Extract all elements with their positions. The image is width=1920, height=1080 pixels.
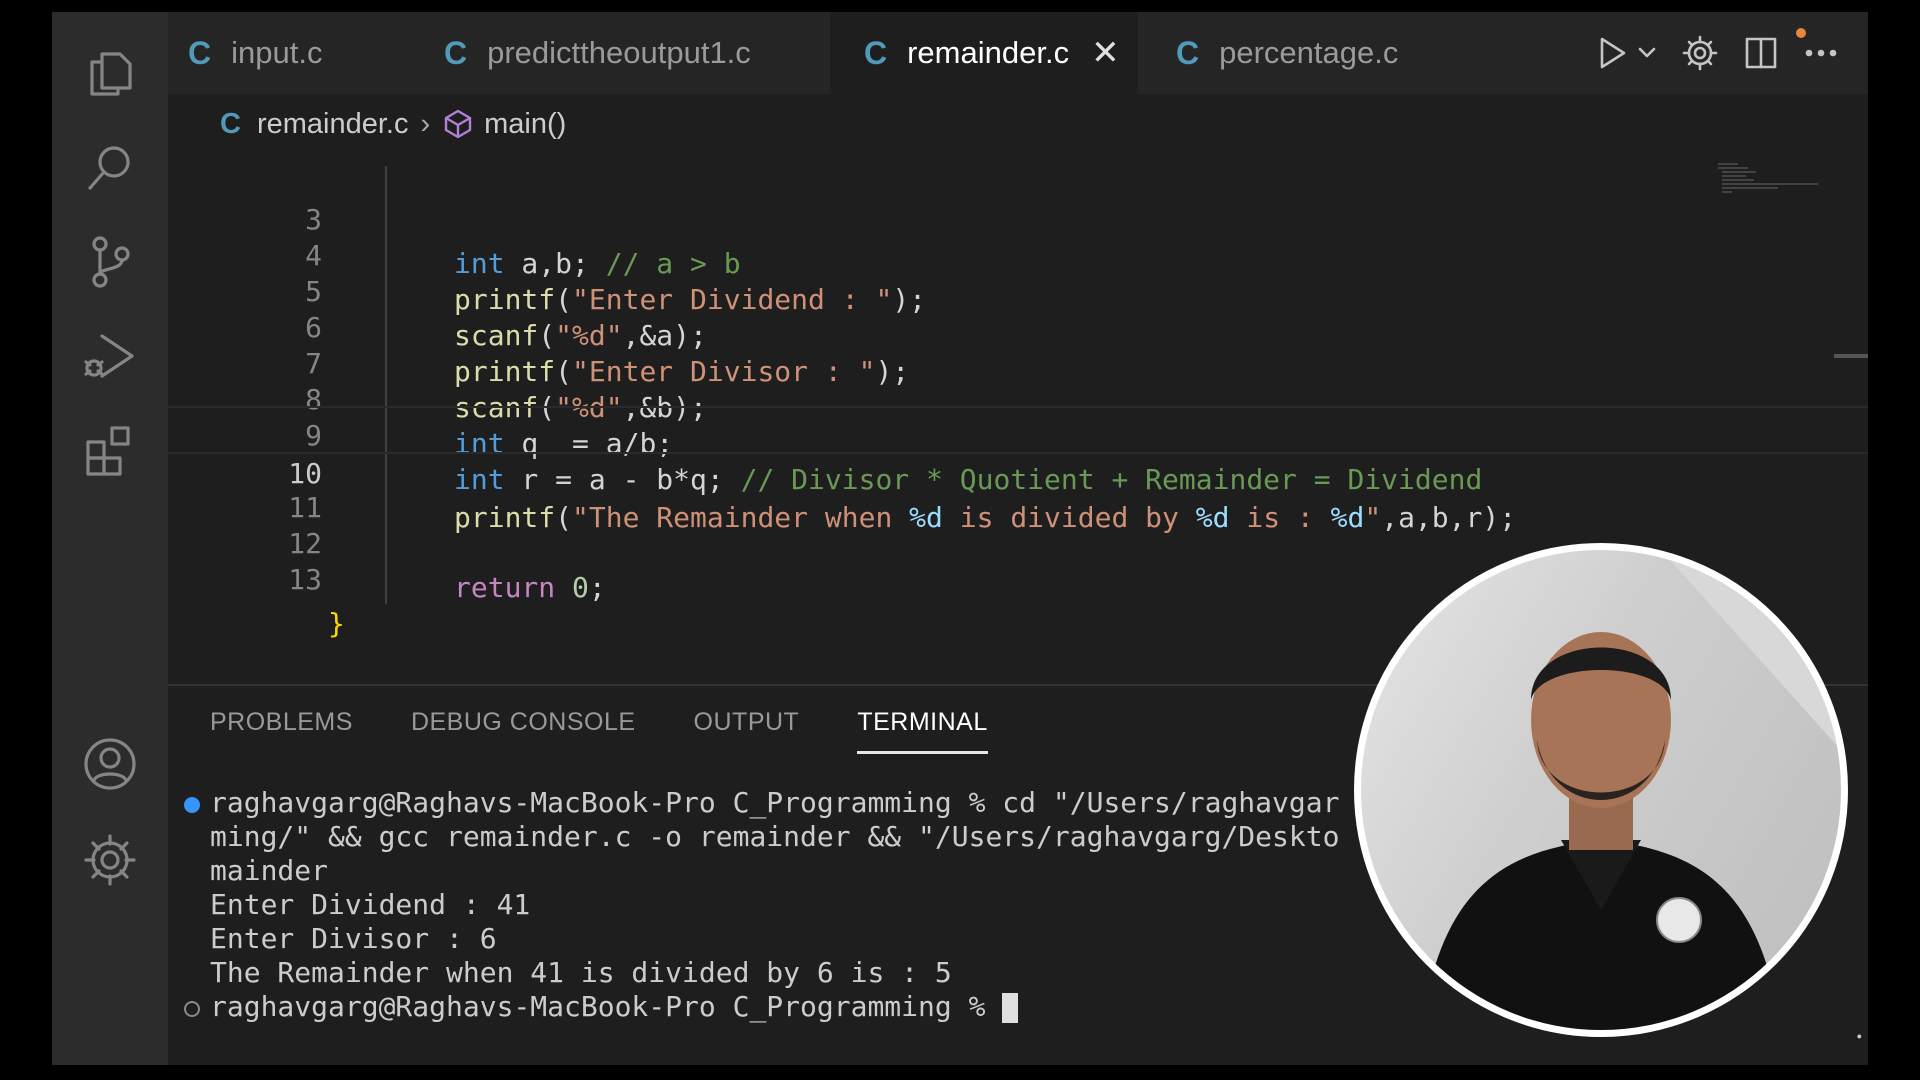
code-token: return [454, 571, 556, 604]
terminal-line: mainder [210, 854, 329, 887]
extensions-icon[interactable] [78, 418, 142, 482]
terminal-prompt: raghavgarg@Raghavs-MacBook-Pro C_Program… [210, 990, 1003, 1023]
tab-terminal[interactable]: TERMINAL [857, 708, 988, 754]
more-icon[interactable] [1804, 48, 1838, 58]
tab-output[interactable]: OUTPUT [694, 708, 800, 754]
tab-problems[interactable]: PROBLEMS [210, 708, 353, 754]
breadcrumb-symbol[interactable]: main() [484, 108, 566, 141]
account-icon[interactable] [78, 732, 142, 796]
editor-actions [1598, 12, 1868, 94]
activity-bar [52, 12, 168, 1065]
search-icon[interactable] [78, 136, 142, 200]
run-debug-icon[interactable] [78, 324, 142, 388]
editor-tab-bar: C input.c C predicttheoutput1.c C remain… [168, 12, 1868, 94]
c-file-icon: C [864, 34, 888, 71]
presenter-image [1421, 550, 1841, 1030]
breadcrumb-separator: › [420, 107, 431, 140]
terminal-line-marker [168, 990, 208, 1024]
source-control-icon[interactable] [78, 230, 142, 294]
code-token: } [328, 607, 345, 640]
breadcrumb: C remainder.c › main() [168, 94, 1868, 154]
line-number: 13 [288, 563, 322, 596]
breadcrumb-file[interactable]: remainder.c [257, 108, 409, 141]
tab-predicttheoutput1-c[interactable]: C predicttheoutput1.c [408, 12, 830, 94]
terminal-line-marker [168, 786, 208, 820]
tab-remainder-c[interactable]: C remainder.c ✕ [830, 12, 1138, 94]
terminal-line: raghavgarg@Raghavs-MacBook-Pro C_Program… [210, 786, 1340, 819]
panel-tabs: PROBLEMS DEBUG CONSOLE OUTPUT TERMINAL [210, 708, 988, 754]
settings-gear-icon[interactable] [78, 828, 142, 892]
c-file-icon: C [444, 34, 468, 71]
tab-label: predicttheoutput1.c [487, 35, 751, 70]
code-token: ; [588, 571, 606, 604]
notification-dot [1796, 28, 1806, 38]
run-icon[interactable] [1598, 36, 1628, 70]
c-file-icon: C [188, 34, 212, 71]
minimap[interactable] [1718, 162, 1838, 202]
logo-watermark: ● [1856, 1031, 1862, 1041]
split-editor-icon[interactable] [1744, 36, 1778, 70]
tab-label: remainder.c [907, 35, 1070, 70]
tab-debug-console[interactable]: DEBUG CONSOLE [411, 708, 636, 754]
explorer-icon[interactable] [78, 42, 142, 106]
terminal-line: The Remainder when 41 is divided by 6 is… [210, 956, 952, 989]
tab-label: input.c [231, 35, 323, 70]
command-success-dot [184, 797, 200, 813]
c-file-icon: C [1176, 34, 1200, 71]
tab-label: percentage.c [1219, 35, 1399, 70]
editor-scrollbar[interactable] [1834, 354, 1868, 358]
terminal-line: Enter Divisor : 6 [210, 922, 497, 955]
cube-icon [444, 109, 472, 139]
close-icon[interactable]: ✕ [1091, 33, 1120, 73]
command-pending-dot [184, 1001, 200, 1017]
code-number: 0 [555, 571, 589, 604]
tab-percentage-c[interactable]: C percentage.c [1138, 12, 1438, 94]
c-file-icon: C [220, 107, 241, 140]
presenter-webcam [1354, 543, 1848, 1037]
gear-icon[interactable] [1682, 35, 1718, 71]
terminal-cursor [1002, 993, 1019, 1023]
terminal-prompt-line: raghavgarg@Raghavs-MacBook-Pro C_Program… [210, 990, 1019, 1024]
tab-input-c[interactable]: C input.c [168, 12, 408, 94]
chevron-down-icon[interactable] [1638, 47, 1656, 59]
terminal-line: Enter Dividend : 41 [210, 888, 531, 921]
terminal-line: ming/" && gcc remainder.c -o remainder &… [210, 820, 1340, 853]
